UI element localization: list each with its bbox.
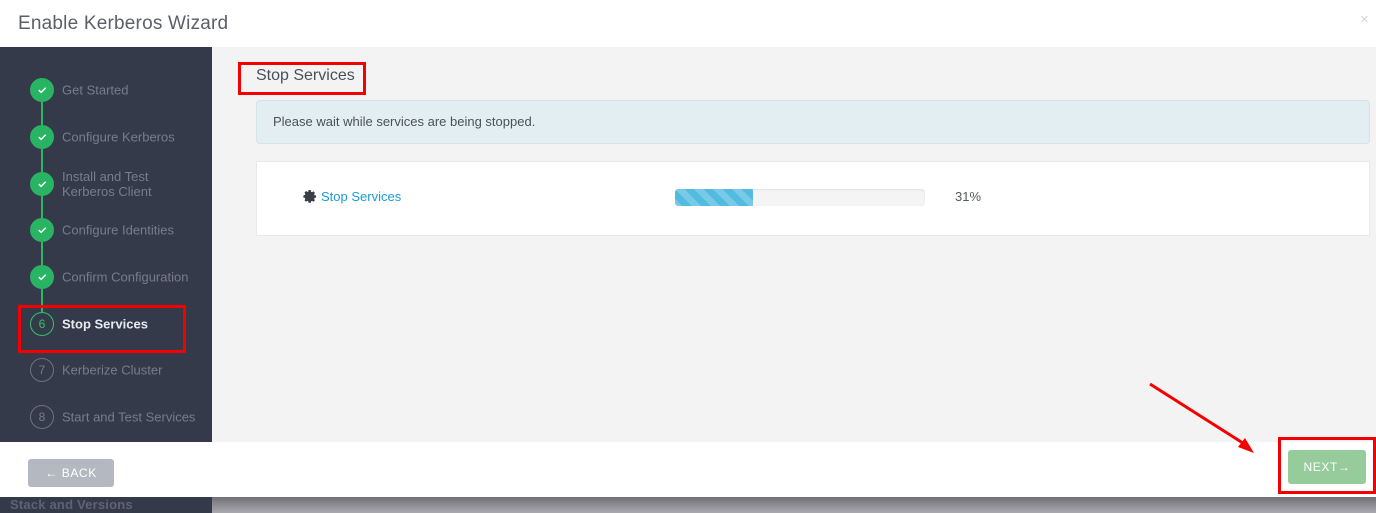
sidebar-step-label: Stop Services	[62, 316, 148, 332]
task-link-stop-services[interactable]: Stop Services	[321, 189, 401, 204]
info-alert: Please wait while services are being sto…	[256, 100, 1370, 144]
sidebar-step-install-and-test-kerberos-client[interactable]: Install and Test Kerberos Client	[0, 167, 212, 201]
check-icon	[30, 125, 54, 149]
wizard-screen: Stack and Versions Enable Kerberos Wizar…	[0, 0, 1376, 513]
step-number-badge: 6	[30, 312, 54, 336]
task-panel: Stop Services 31%	[256, 161, 1370, 236]
sidebar-step-stop-services[interactable]: 6 Stop Services	[0, 307, 212, 341]
sidebar-step-label: Configure Identities	[62, 222, 175, 238]
close-icon[interactable]: ×	[1360, 12, 1369, 27]
background-stack-and-versions-label: Stack and Versions	[10, 497, 133, 512]
check-icon	[30, 265, 54, 289]
sidebar-step-label: Get Started	[62, 82, 129, 98]
check-icon	[30, 78, 54, 102]
task-row: Stop Services 31%	[257, 162, 1369, 235]
sidebar-step-confirm-configuration[interactable]: Confirm Configuration	[0, 260, 212, 294]
sidebar-step-get-started[interactable]: Get Started	[0, 73, 212, 107]
wizard-step-list: Get Started Configure Kerberos Install and…	[0, 47, 212, 442]
sidebar-step-configure-kerberos[interactable]: Configure Kerberos	[0, 120, 212, 154]
sidebar-step-label: Configure Kerberos	[62, 129, 175, 145]
step-number-badge: 7	[30, 358, 54, 382]
next-button[interactable]: NEXT→	[1288, 450, 1366, 484]
wizard-content: Stop Services Please wait while services…	[212, 47, 1376, 442]
check-icon	[30, 218, 54, 242]
check-icon	[30, 172, 54, 196]
progress-percent-label: 31%	[955, 189, 982, 204]
step-connector	[41, 242, 43, 265]
step-connector	[41, 196, 43, 218]
info-alert-text: Please wait while services are being sto…	[273, 114, 536, 129]
sidebar-step-start-and-test-services[interactable]: 8 Start and Test Services	[0, 400, 212, 434]
step-connector	[41, 289, 43, 312]
sidebar-step-label: Install and Test Kerberos Client	[62, 169, 152, 199]
content-title: Stop Services	[256, 67, 355, 84]
gear-icon	[302, 189, 317, 204]
step-connector	[41, 102, 43, 125]
sidebar-step-label: Confirm Configuration	[62, 269, 189, 285]
progress-bar-fill	[675, 189, 753, 206]
sidebar-step-kerberize-cluster[interactable]: 7 Kerberize Cluster	[0, 353, 212, 387]
progress-bar-track	[675, 189, 925, 206]
sidebar-step-configure-identities[interactable]: Configure Identities	[0, 213, 212, 247]
sidebar-step-label: Kerberize Cluster	[62, 362, 163, 378]
step-number-badge: 8	[30, 405, 54, 429]
step-connector	[41, 149, 43, 172]
wizard-sidebar: Get Started Configure Kerberos Install and…	[0, 47, 212, 442]
page-title: Enable Kerberos Wizard	[18, 13, 229, 34]
back-button[interactable]: ← BACK	[28, 459, 114, 487]
sidebar-step-label: Start and Test Services	[62, 409, 196, 425]
modal-header: Enable Kerberos Wizard ×	[0, 0, 1376, 47]
modal-footer: ← BACK	[0, 442, 1376, 497]
